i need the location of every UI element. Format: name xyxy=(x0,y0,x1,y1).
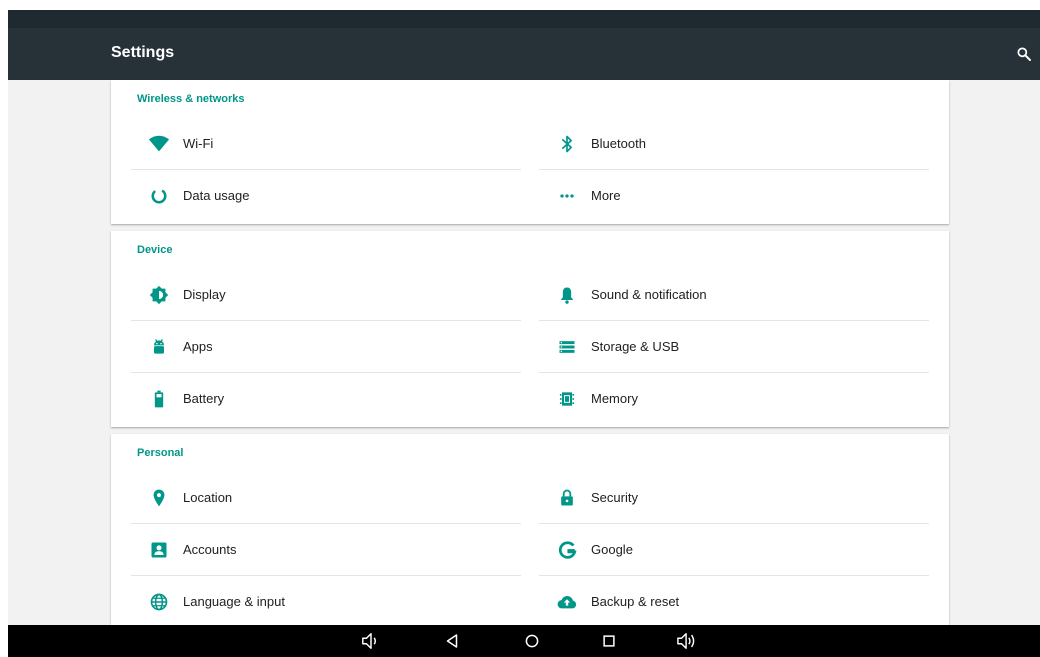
settings-item-label: Google xyxy=(591,542,633,557)
toolbar: Settings xyxy=(8,28,1040,80)
settings-item-location[interactable]: Location xyxy=(131,472,521,524)
recents-icon xyxy=(603,635,615,647)
back-icon xyxy=(446,634,458,648)
section-title-device: Device xyxy=(137,244,173,256)
settings-item-label: Bluetooth xyxy=(591,136,646,151)
settings-item-label: Data usage xyxy=(183,188,250,203)
settings-item-backup-reset[interactable]: Backup & reset xyxy=(539,576,929,625)
more-icon xyxy=(555,184,579,208)
settings-item-bluetooth[interactable]: Bluetooth xyxy=(539,118,929,170)
settings-item-battery[interactable]: Battery xyxy=(131,373,521,425)
data-usage-icon xyxy=(147,184,171,208)
back-button[interactable] xyxy=(440,629,464,653)
location-icon xyxy=(147,486,171,510)
recents-button[interactable] xyxy=(597,629,621,653)
settings-item-label: Accounts xyxy=(183,542,237,557)
globe-icon xyxy=(147,590,171,614)
settings-item-data-usage[interactable]: Data usage xyxy=(131,170,521,222)
google-icon xyxy=(555,538,579,562)
bluetooth-icon xyxy=(555,132,579,156)
settings-item-label: Location xyxy=(183,490,233,505)
section-title-wireless: Wireless & networks xyxy=(137,93,245,105)
settings-item-storage-usb[interactable]: Storage & USB xyxy=(539,321,929,373)
account-icon xyxy=(147,538,171,562)
section-device: Device Display Sound & notification Apps… xyxy=(111,231,949,427)
settings-item-label: Storage & USB xyxy=(591,339,680,354)
settings-item-label: Language & input xyxy=(183,594,285,609)
settings-item-label: Sound & notification xyxy=(591,287,707,302)
bell-icon xyxy=(555,283,579,307)
storage-icon xyxy=(555,335,579,359)
settings-item-label: Security xyxy=(591,490,638,505)
page-title: Settings xyxy=(111,44,175,61)
lock-icon xyxy=(555,486,579,510)
settings-item-google[interactable]: Google xyxy=(539,524,929,576)
battery-icon xyxy=(147,387,171,411)
home-button[interactable] xyxy=(520,629,544,653)
settings-item-label: Memory xyxy=(591,391,638,406)
settings-item-security[interactable]: Security xyxy=(539,472,929,524)
settings-item-display[interactable]: Display xyxy=(131,269,521,321)
cloud-upload-icon xyxy=(555,590,579,614)
volume-down-icon xyxy=(362,633,377,649)
volume-up-icon xyxy=(677,633,695,649)
settings-item-memory[interactable]: Memory xyxy=(539,373,929,425)
settings-item-more[interactable]: More xyxy=(539,170,929,222)
display-icon xyxy=(147,283,171,307)
section-title-personal: Personal xyxy=(137,447,184,459)
volume-down-button[interactable] xyxy=(359,629,383,653)
settings-item-language-input[interactable]: Language & input xyxy=(131,576,521,625)
volume-up-button[interactable] xyxy=(675,629,699,653)
settings-list: Wireless & networks Wi-Fi Bluetooth Data… xyxy=(8,80,1040,625)
settings-item-wifi[interactable]: Wi-Fi xyxy=(131,118,521,170)
section-wireless-networks: Wireless & networks Wi-Fi Bluetooth Data… xyxy=(111,80,949,224)
settings-item-accounts[interactable]: Accounts xyxy=(131,524,521,576)
status-bar xyxy=(8,10,1040,28)
settings-item-label: More xyxy=(591,188,621,203)
settings-item-label: Display xyxy=(183,287,226,302)
search-icon xyxy=(1017,47,1031,61)
memory-icon xyxy=(555,387,579,411)
settings-item-label: Wi-Fi xyxy=(183,136,214,151)
settings-item-label: Battery xyxy=(183,391,225,406)
navigation-bar xyxy=(8,625,1040,657)
settings-item-apps[interactable]: Apps xyxy=(131,321,521,373)
settings-item-sound-notification[interactable]: Sound & notification xyxy=(539,269,929,321)
home-icon xyxy=(525,634,539,648)
wifi-icon xyxy=(147,132,171,156)
settings-screen: Settings Wireless & networks Wi-Fi Bluet… xyxy=(8,10,1040,657)
search-button[interactable] xyxy=(1008,38,1040,70)
settings-item-label: Backup & reset xyxy=(591,594,680,609)
settings-item-label: Apps xyxy=(183,339,213,354)
section-personal: Personal Location Security Accounts Goog… xyxy=(111,434,949,625)
android-icon xyxy=(147,335,171,359)
